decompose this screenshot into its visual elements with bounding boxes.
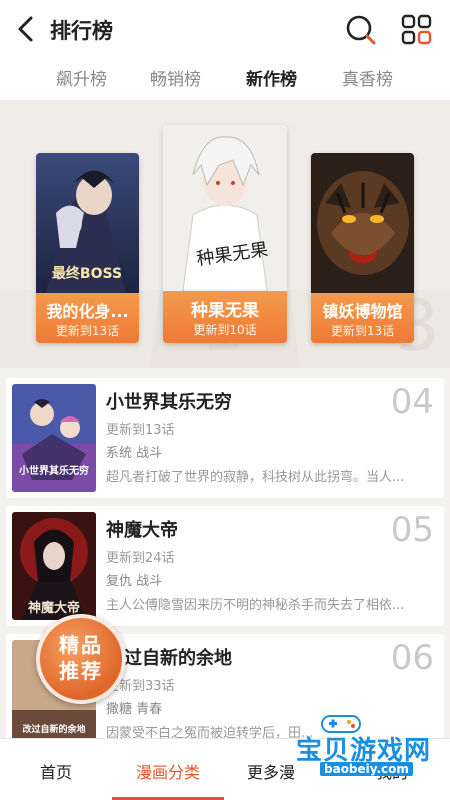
cover-image: 神魔大帝 bbox=[12, 512, 96, 620]
badge-line-1: 精品 bbox=[59, 633, 103, 657]
item-update: 更新到13话 bbox=[106, 423, 175, 438]
podium-card-2[interactable]: 最终BOSS 我的化身... 更新到13话 bbox=[36, 153, 139, 343]
podium-card-1[interactable]: 种果无果 种果无果 更新到10话 bbox=[163, 125, 287, 343]
search-icon[interactable] bbox=[344, 13, 378, 47]
featured-recommend-badge[interactable]: 精品 推荐 bbox=[36, 614, 126, 704]
category-grid-icon[interactable] bbox=[400, 13, 434, 47]
card-update: 更新到13话 bbox=[55, 324, 120, 338]
tab-new-works[interactable]: 新作榜 bbox=[246, 65, 297, 90]
card-title: 我的化身... bbox=[46, 302, 129, 321]
item-tags: 复仇 战斗 bbox=[106, 574, 163, 589]
cover-image: 小世界其乐无穷 bbox=[12, 384, 96, 492]
podium-card-3[interactable]: 镇妖博物馆 更新到13话 bbox=[311, 153, 414, 343]
back-arrow-icon[interactable] bbox=[14, 14, 38, 44]
watermark-url: baobeiy.com bbox=[320, 762, 413, 776]
rank-number: 05 bbox=[390, 510, 434, 550]
card-update: 更新到13话 bbox=[330, 324, 395, 338]
top-three-podium: 1 3 最终BOSS 我的化身... 更新到13话 种果无果 bbox=[0, 100, 450, 368]
card-caption: 我的化身... 更新到13话 bbox=[36, 293, 139, 343]
tab-soaring[interactable]: 飙升榜 bbox=[56, 65, 107, 90]
card-caption: 种果无果 更新到10话 bbox=[163, 291, 287, 343]
item-tags: 撒糖 青春 bbox=[106, 702, 163, 717]
cover-title-text: 改过自新的余地 bbox=[22, 723, 85, 735]
card-update: 更新到10话 bbox=[193, 323, 257, 337]
page-title: 排行榜 bbox=[50, 19, 113, 43]
tab-bestselling[interactable]: 畅销榜 bbox=[150, 65, 201, 90]
item-description: 超凡者打破了世界的寂静，科技树从此拐弯。当人... bbox=[106, 470, 405, 485]
item-title: 小世界其乐无穷 bbox=[106, 392, 232, 413]
cover-image bbox=[311, 153, 414, 293]
card-title: 种果无果 bbox=[191, 301, 259, 321]
item-thumbnail: 小世界其乐无穷 bbox=[12, 384, 96, 492]
cover-title-text: 小世界其乐无穷 bbox=[18, 464, 89, 477]
rank-number: 04 bbox=[390, 382, 434, 422]
list-item[interactable]: 神魔大帝 神魔大帝 更新到24话 复仇 战斗 主人公傅隐雪因来历不明的神秘杀手而… bbox=[6, 506, 444, 626]
item-tags: 系统 战斗 bbox=[106, 446, 163, 461]
item-description: 主人公傅隐雪因来历不明的神秘杀手而失去了相依... bbox=[106, 598, 405, 613]
nav-comic-categories[interactable]: 漫画分类 bbox=[136, 759, 200, 783]
item-update: 更新到24话 bbox=[106, 551, 175, 566]
item-title: 神魔大帝 bbox=[106, 520, 178, 541]
cover-title-text: 最终BOSS bbox=[52, 265, 122, 282]
ranking-tabs: 飙升榜 畅销榜 新作榜 真香榜 bbox=[0, 58, 450, 100]
card-title: 镇妖博物馆 bbox=[322, 302, 403, 321]
card-caption: 镇妖博物馆 更新到13话 bbox=[311, 293, 414, 343]
list-item[interactable]: 小世界其乐无穷 小世界其乐无穷 更新到13话 系统 战斗 超凡者打破了世界的寂静… bbox=[6, 378, 444, 498]
site-watermark: 宝贝游戏网 baobeiy.com bbox=[276, 708, 446, 784]
badge-line-2: 推荐 bbox=[59, 659, 103, 683]
cover-image: 最终BOSS bbox=[36, 153, 139, 293]
cover-image: 种果无果 bbox=[163, 125, 287, 291]
item-thumbnail: 神魔大帝 bbox=[12, 512, 96, 620]
cover-title-text: 神魔大帝 bbox=[28, 600, 80, 616]
nav-home[interactable]: 首页 bbox=[40, 759, 72, 783]
header-bar: 排行榜 bbox=[0, 0, 450, 58]
tab-fragrant[interactable]: 真香榜 bbox=[342, 65, 393, 90]
rank-number: 06 bbox=[390, 638, 434, 678]
